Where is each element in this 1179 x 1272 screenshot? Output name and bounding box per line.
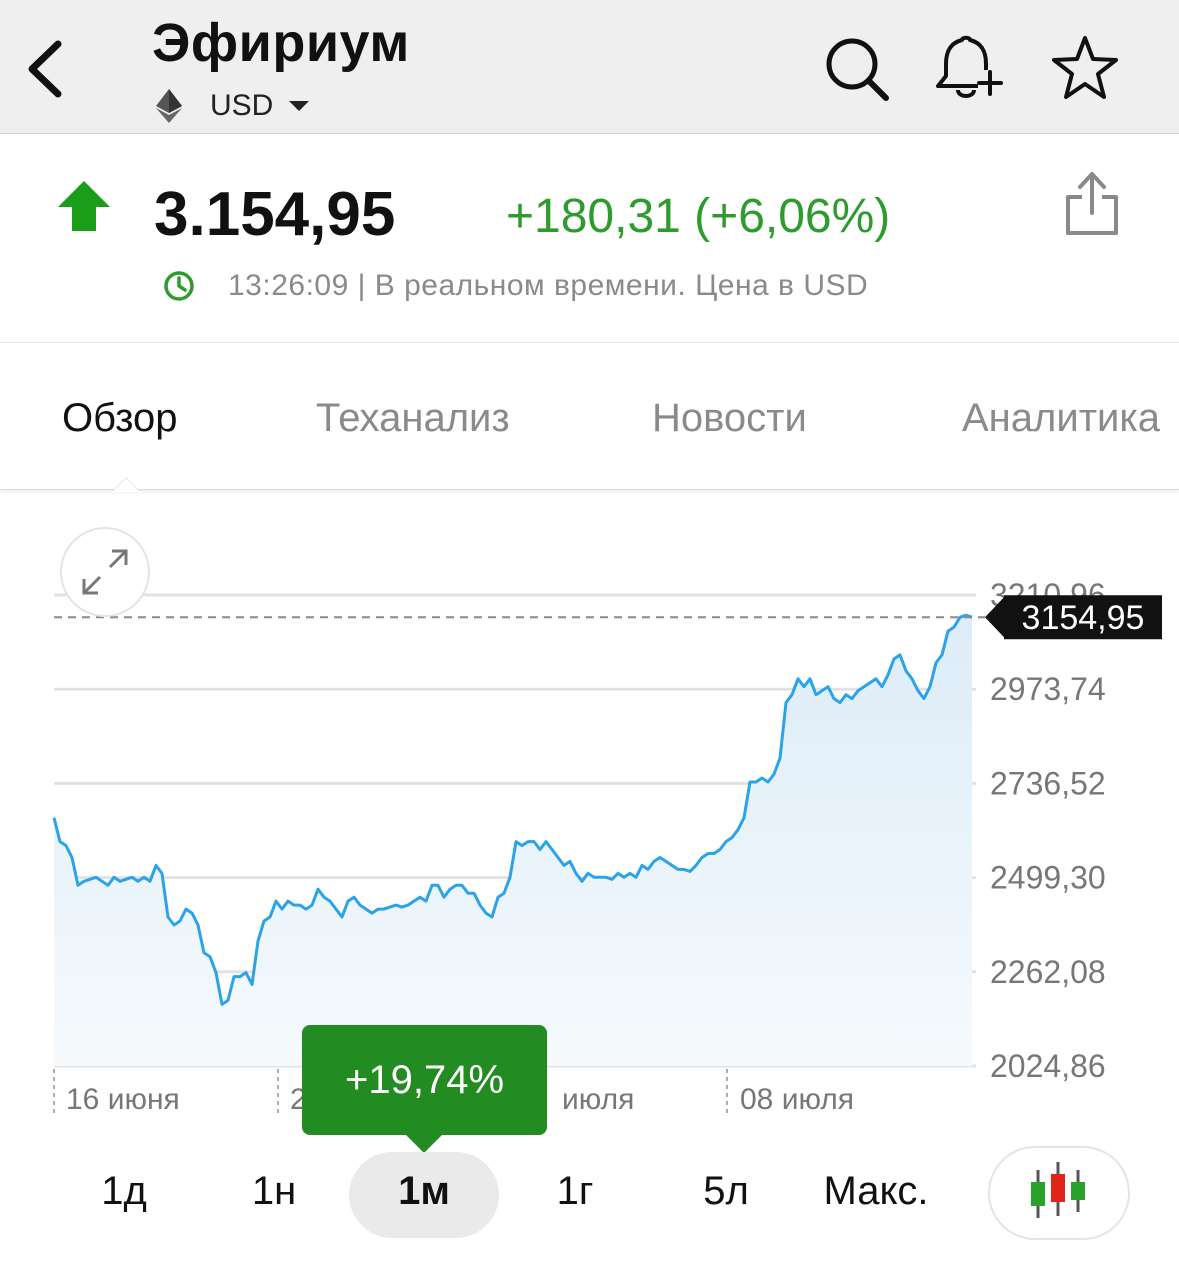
period-5y[interactable]: 5л	[676, 1171, 776, 1211]
tab-overview[interactable]: Обзор	[62, 396, 178, 441]
price-chart[interactable]: 3210,962973,742736,522499,302262,082024,…	[0, 491, 1179, 1131]
chart-area: 3210,96 2973,74 2736,52 2499,30 2262,08 2024,…	[0, 491, 1179, 1272]
quote-timestamp: 13:26:09 | В реальном времени. Цена в US…	[228, 269, 869, 302]
tab-news[interactable]: Новости	[652, 396, 807, 441]
tab-analytics[interactable]: Аналитика	[962, 396, 1160, 441]
period-max[interactable]: Макс.	[806, 1171, 946, 1211]
arrow-up-icon	[58, 181, 110, 231]
x-tick-label: июля	[562, 1083, 634, 1116]
y-tick-label: 2736,52	[990, 765, 1106, 801]
star-icon[interactable]	[1050, 34, 1120, 104]
expand-icon	[82, 549, 128, 595]
expand-chart-button[interactable]	[60, 527, 150, 617]
series-area	[54, 615, 972, 1066]
tab-technical[interactable]: Теханализ	[316, 396, 510, 441]
quote-time-row: 13:26:09 | В реальном времени. Цена в US…	[162, 269, 868, 303]
active-tab-indicator	[112, 478, 140, 492]
current-price: 3.154,95	[154, 180, 396, 249]
ethereum-icon	[156, 89, 182, 123]
y-tick-label: 2024,86	[990, 1048, 1106, 1084]
y-tick-label: 2973,74	[990, 671, 1106, 707]
y-tick-label: 2262,08	[990, 954, 1106, 990]
bell-plus-icon[interactable]	[934, 34, 1004, 104]
change-badge: +19,74%	[302, 1025, 547, 1135]
currency-selector[interactable]: USD	[156, 86, 310, 126]
period-1w[interactable]: 1н	[224, 1171, 324, 1211]
change-badge-tail	[404, 1133, 444, 1153]
app-header: Эфириум USD	[0, 0, 1179, 134]
period-1y[interactable]: 1г	[525, 1171, 625, 1211]
price-change: +180,31 (+6,06%)	[506, 190, 891, 243]
candlestick-chart-icon	[1031, 1162, 1085, 1218]
x-tick-label: 16 июня	[66, 1083, 180, 1116]
chevron-down-icon	[289, 101, 310, 111]
page-title: Эфириум	[152, 13, 410, 73]
currency-label: USD	[210, 89, 274, 122]
search-icon[interactable]	[822, 34, 892, 104]
section-tabs: Обзор Теханализ Новости Аналитика	[0, 344, 1179, 490]
clock-icon	[164, 271, 194, 301]
share-icon[interactable]	[1060, 169, 1124, 237]
period-1m[interactable]: 1м	[374, 1171, 474, 1211]
y-tick-label: 2499,30	[990, 860, 1106, 896]
period-1d[interactable]: 1д	[74, 1171, 174, 1211]
quote-summary: 3.154,95 +180,31 (+6,06%) 13:26:09 | В р…	[0, 135, 1179, 343]
back-icon[interactable]	[20, 34, 80, 104]
x-tick-label: 08 июля	[740, 1083, 854, 1116]
candlestick-toggle-button[interactable]	[988, 1146, 1130, 1240]
current-value-label: 3154,95	[1022, 599, 1145, 637]
